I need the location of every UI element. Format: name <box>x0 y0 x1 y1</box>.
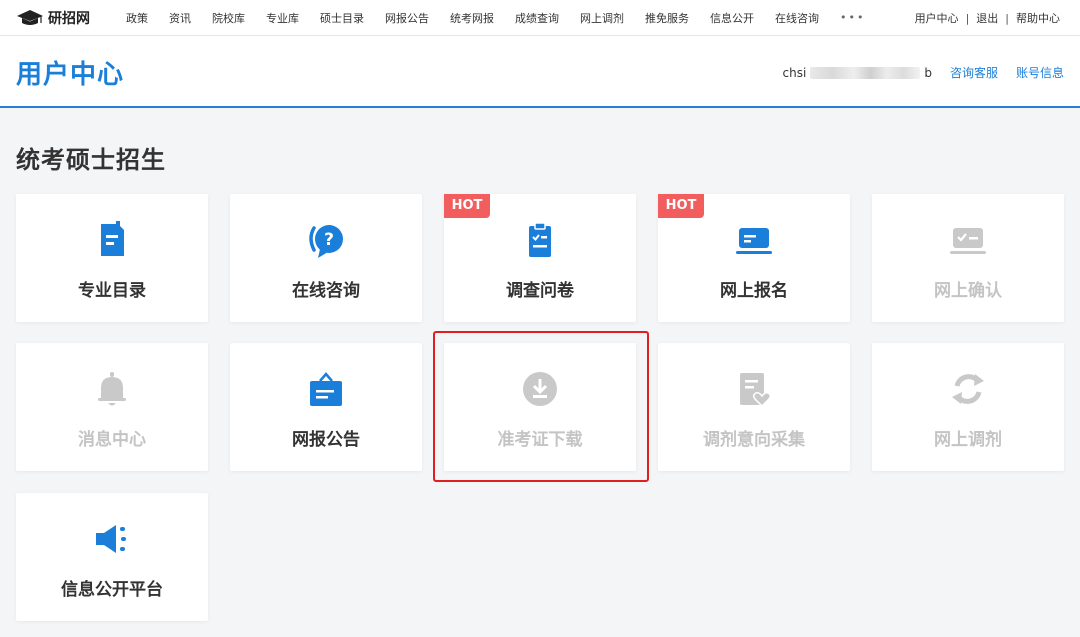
more-menu-icon[interactable]: ••• <box>840 11 865 24</box>
nav-item-disclosure[interactable]: 信息公开 <box>710 10 754 26</box>
document-icon <box>101 221 124 256</box>
nav-item-majors[interactable]: 专业库 <box>266 10 299 26</box>
user-center-link[interactable]: 用户中心 <box>915 10 959 26</box>
card-online-confirmation[interactable]: 网上确认 <box>872 194 1064 322</box>
card-label: 网报公告 <box>292 430 360 450</box>
card-label: 网上调剂 <box>934 430 1002 450</box>
nav-separator: | <box>1005 11 1009 25</box>
nav-account-links: 用户中心 | 退出 | 帮助中心 <box>915 0 1060 36</box>
card-admission-ticket-download[interactable]: 准考证下载 <box>444 343 636 471</box>
bell-icon <box>98 372 126 406</box>
nav-item-score-query[interactable]: 成绩查询 <box>515 10 559 26</box>
redacted-username <box>810 66 921 79</box>
card-major-catalog[interactable]: 专业目录 <box>16 194 208 322</box>
nav-item-policy[interactable]: 政策 <box>126 10 148 26</box>
card-registration-notice[interactable]: 网报公告 <box>230 343 422 471</box>
customer-service-link[interactable]: 咨询客服 <box>950 64 998 81</box>
download-circle-icon <box>523 372 557 406</box>
card-label: 在线咨询 <box>292 281 360 301</box>
card-label: 调剂意向采集 <box>703 430 805 450</box>
page-title: 用户中心 <box>16 60 125 90</box>
card-label: 网上报名 <box>720 281 788 301</box>
hot-badge: HOT <box>444 194 490 218</box>
question-chat-icon: ? <box>309 225 343 258</box>
user-id-prefix: chsi <box>782 65 807 80</box>
hot-badge: HOT <box>658 194 704 218</box>
graduation-cap-icon <box>17 9 43 25</box>
user-id-suffix: b <box>924 65 932 80</box>
nav-separator: | <box>965 11 970 25</box>
card-label: 网上确认 <box>934 281 1002 301</box>
user-id: chsi b <box>783 66 932 80</box>
section-title: 统考硕士招生 <box>16 146 166 174</box>
nav-item-online-adjustment[interactable]: 网上调剂 <box>580 10 624 26</box>
notice-board-icon <box>310 372 342 406</box>
megaphone-icon <box>96 525 126 553</box>
clipboard-check-icon <box>529 222 551 257</box>
nav-item-news[interactable]: 资讯 <box>169 10 191 26</box>
logout-link[interactable]: 退出 <box>976 10 998 26</box>
nav-item-exam-registration[interactable]: 统考网报 <box>450 10 494 26</box>
header-account: chsi b 咨询客服 账号信息 <box>783 64 1064 81</box>
card-message-center[interactable]: 消息中心 <box>16 343 208 471</box>
laptop-check-icon <box>950 228 986 254</box>
account-info-link[interactable]: 账号信息 <box>1016 64 1064 81</box>
card-label: 消息中心 <box>78 430 146 450</box>
nav-item-exemption[interactable]: 推免服务 <box>645 10 689 26</box>
card-info-disclosure-platform[interactable]: 信息公开平台 <box>16 493 208 621</box>
card-online-registration[interactable]: HOT 网上报名 <box>658 194 850 322</box>
laptop-icon <box>736 228 772 254</box>
nav-item-registration-notice[interactable]: 网报公告 <box>385 10 429 26</box>
card-online-adjustment[interactable]: 网上调剂 <box>872 343 1064 471</box>
nav-menu: 政策 资讯 院校库 专业库 硕士目录 网报公告 统考网报 成绩查询 网上调剂 推… <box>126 10 865 26</box>
refresh-icon <box>952 374 984 404</box>
card-survey[interactable]: HOT 调查问卷 <box>444 194 636 322</box>
brand-logo[interactable]: 研招网 <box>16 8 114 28</box>
nav-item-online-consult[interactable]: 在线咨询 <box>775 10 819 26</box>
nav-item-schools[interactable]: 院校库 <box>212 10 245 26</box>
top-navigation: 研招网 政策 资讯 院校库 专业库 硕士目录 网报公告 统考网报 成绩查询 网上… <box>0 0 1080 36</box>
card-label: 专业目录 <box>78 281 146 301</box>
svg-text:?: ? <box>324 230 334 250</box>
card-label: 信息公开平台 <box>61 580 163 600</box>
nav-item-master-catalog[interactable]: 硕士目录 <box>320 10 364 26</box>
help-center-link[interactable]: 帮助中心 <box>1016 10 1060 26</box>
card-adjustment-intention[interactable]: 调剂意向采集 <box>658 343 850 471</box>
card-label: 调查问卷 <box>506 281 574 301</box>
document-heart-icon <box>740 373 772 408</box>
card-label: 准考证下载 <box>497 430 583 450</box>
card-online-consult[interactable]: ? 在线咨询 <box>230 194 422 322</box>
page-header: 用户中心 chsi b 咨询客服 账号信息 <box>0 36 1080 108</box>
brand-name: 研招网 <box>48 10 90 27</box>
